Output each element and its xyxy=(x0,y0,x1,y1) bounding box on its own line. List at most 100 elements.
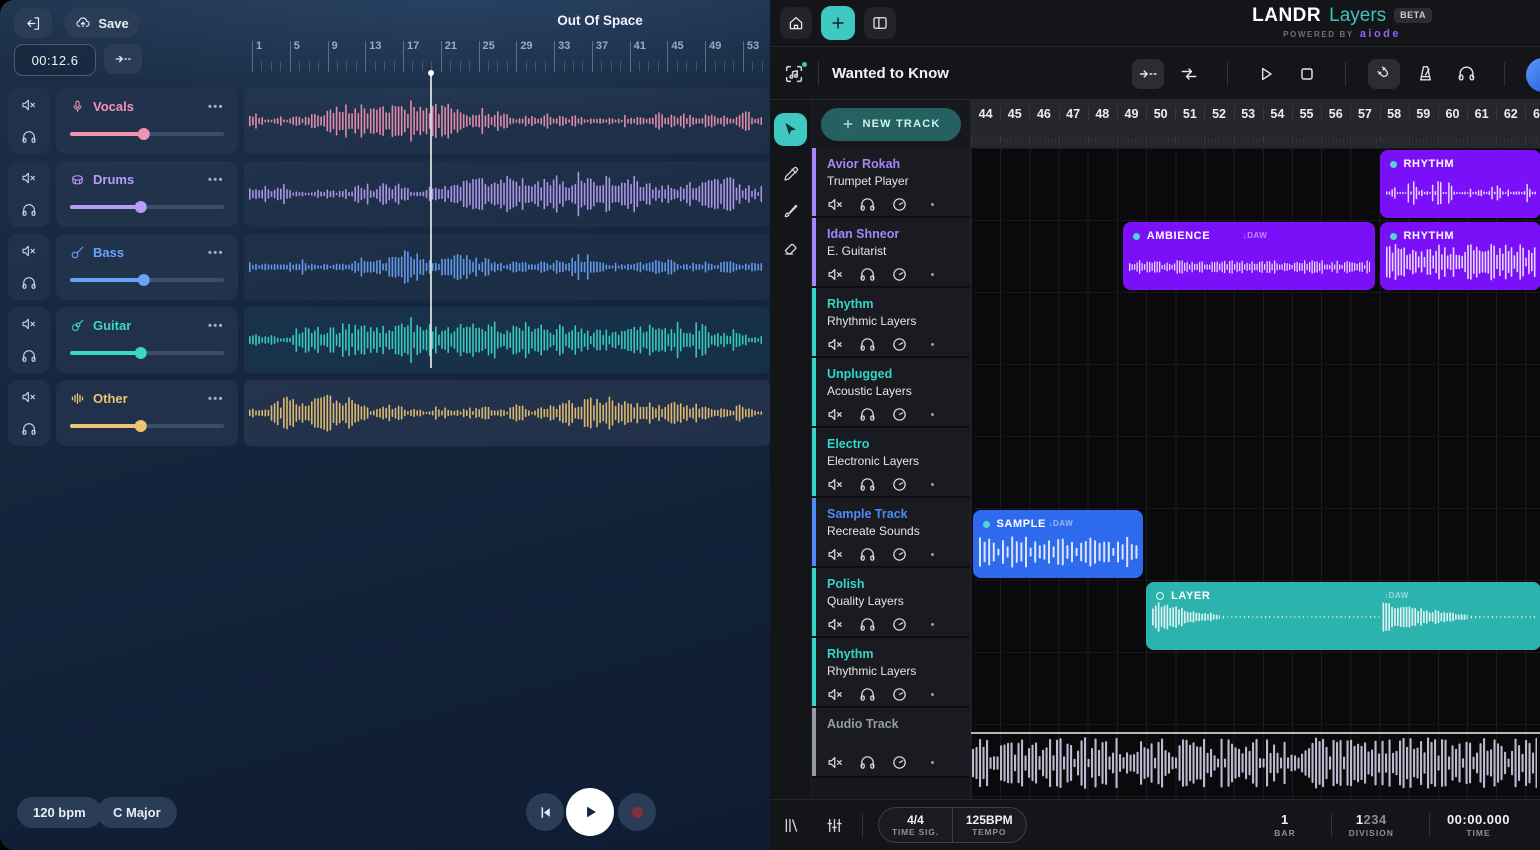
track-row-rhythm[interactable]: Rhythm Rhythmic Layers xyxy=(812,288,970,358)
snap-magnet-toggle[interactable] xyxy=(1368,59,1400,89)
track-menu-button[interactable]: ••• xyxy=(208,101,224,113)
mute-icon[interactable] xyxy=(827,686,844,703)
solo-headphones-icon[interactable] xyxy=(21,129,37,145)
library-icon[interactable] xyxy=(782,816,801,835)
track-card[interactable]: Other ••• xyxy=(56,380,238,446)
mute-icon[interactable] xyxy=(827,616,844,633)
bar-ruler[interactable]: 4445464748495051525354555657585960616263 xyxy=(971,100,1540,148)
record-button[interactable] xyxy=(618,793,656,831)
pencil-tool-icon[interactable] xyxy=(782,165,800,183)
solo-headphones-icon[interactable] xyxy=(21,348,37,364)
mute-icon[interactable] xyxy=(21,316,37,332)
track-row-sample-track[interactable]: Sample Track Recreate Sounds xyxy=(812,498,970,568)
volume-slider[interactable] xyxy=(70,273,224,287)
pan-knob-icon[interactable] xyxy=(891,266,908,283)
track-row-avior-rokah[interactable]: Avior Rokah Trumpet Player xyxy=(812,148,970,218)
pan-knob-icon[interactable] xyxy=(891,686,908,703)
pan-knob-icon[interactable] xyxy=(891,406,908,423)
track-row-idan-shneor[interactable]: Idan Shneor E. Guitarist xyxy=(812,218,970,288)
select-tool-button[interactable] xyxy=(774,113,807,146)
eraser-tool-icon[interactable] xyxy=(782,239,800,257)
new-track-button[interactable]: NEW TRACK xyxy=(821,108,961,141)
playhead[interactable] xyxy=(430,72,432,368)
mute-icon[interactable] xyxy=(827,754,844,771)
pan-knob-icon[interactable] xyxy=(891,196,908,213)
track-menu-button[interactable]: ••• xyxy=(208,247,224,259)
slider-handle[interactable] xyxy=(138,128,151,141)
track-card[interactable]: Vocals ••• xyxy=(56,88,238,154)
clip-sample[interactable]: SAMPLE↓DAW xyxy=(973,510,1144,578)
monitor-headphones-toggle[interactable] xyxy=(1450,59,1482,89)
home-button[interactable] xyxy=(780,7,812,39)
solo-headphones-icon[interactable] xyxy=(859,196,876,213)
slider-handle[interactable] xyxy=(135,201,148,214)
tempo-pill[interactable]: 120 bpm xyxy=(17,797,102,828)
clip-ambience[interactable]: AMBIENCE↓DAW xyxy=(1123,222,1375,290)
clip-rhythm[interactable]: RHYTHM xyxy=(1380,150,1540,218)
solo-headphones-icon[interactable] xyxy=(859,336,876,353)
timeline-ruler[interactable]: 1591317212529333741454953 xyxy=(246,38,770,78)
timesig-tempo-pill[interactable]: 4/4 TIME SIG. 125BPM TEMPO xyxy=(878,807,1027,844)
volume-slider[interactable] xyxy=(70,419,224,433)
save-button[interactable]: Save xyxy=(64,8,140,38)
slider-handle[interactable] xyxy=(135,420,148,433)
follow-playhead-button[interactable] xyxy=(104,44,142,74)
audio-track-waveform-clip[interactable] xyxy=(971,732,1540,792)
pan-knob-icon[interactable] xyxy=(891,546,908,563)
solo-headphones-icon[interactable] xyxy=(859,754,876,771)
follow-playhead-toggle[interactable] xyxy=(1132,59,1164,89)
track-row-rhythm[interactable]: Rhythm Rhythmic Layers xyxy=(812,638,970,708)
waveform-lane[interactable] xyxy=(244,161,770,227)
track-row-audio-track[interactable]: Audio Track xyxy=(812,708,970,778)
arrangement-timeline[interactable]: 4445464748495051525354555657585960616263… xyxy=(971,100,1540,800)
volume-slider[interactable] xyxy=(70,346,224,360)
brush-tool-icon[interactable] xyxy=(782,202,800,220)
clip-grid[interactable]: RHYTHMAMBIENCE↓DAWRHYTHMSAMPLE↓DAWLAYER↓… xyxy=(971,148,1540,800)
track-card[interactable]: Bass ••• xyxy=(56,234,238,300)
mute-icon[interactable] xyxy=(827,546,844,563)
waveform-lane[interactable] xyxy=(244,88,770,154)
play-button[interactable] xyxy=(1250,59,1282,89)
pan-knob-icon[interactable] xyxy=(891,336,908,353)
solo-headphones-icon[interactable] xyxy=(21,202,37,218)
volume-slider[interactable] xyxy=(70,200,224,214)
pan-knob-icon[interactable] xyxy=(891,476,908,493)
solo-headphones-icon[interactable] xyxy=(859,476,876,493)
mute-icon[interactable] xyxy=(827,476,844,493)
solo-headphones-icon[interactable] xyxy=(859,686,876,703)
volume-slider[interactable] xyxy=(70,127,224,141)
mute-icon[interactable] xyxy=(827,266,844,283)
solo-headphones-icon[interactable] xyxy=(859,616,876,633)
solo-headphones-icon[interactable] xyxy=(21,275,37,291)
mute-icon[interactable] xyxy=(21,170,37,186)
play-button[interactable] xyxy=(566,788,614,836)
mute-icon[interactable] xyxy=(827,196,844,213)
pan-knob-icon[interactable] xyxy=(891,616,908,633)
solo-headphones-icon[interactable] xyxy=(21,421,37,437)
mute-icon[interactable] xyxy=(827,406,844,423)
time-signature-cell[interactable]: 4/4 TIME SIG. xyxy=(879,808,952,843)
stop-button[interactable] xyxy=(1291,59,1323,89)
slider-handle[interactable] xyxy=(135,347,148,360)
track-menu-button[interactable]: ••• xyxy=(208,393,224,405)
exit-button[interactable] xyxy=(14,8,52,38)
solo-headphones-icon[interactable] xyxy=(859,266,876,283)
metronome-toggle[interactable] xyxy=(1409,59,1441,89)
mute-icon[interactable] xyxy=(21,97,37,113)
layout-panels-button[interactable] xyxy=(864,7,896,39)
solo-headphones-icon[interactable] xyxy=(859,406,876,423)
waveform-lane[interactable] xyxy=(244,234,770,300)
tempo-cell[interactable]: 125BPM TEMPO xyxy=(952,808,1026,843)
waveform-lane[interactable] xyxy=(244,380,770,446)
project-icon[interactable] xyxy=(783,63,805,85)
time-display[interactable]: 00:12.6 xyxy=(14,44,96,76)
new-project-button[interactable] xyxy=(821,6,855,40)
loop-toggle[interactable] xyxy=(1173,59,1205,89)
skip-to-start-button[interactable] xyxy=(526,793,564,831)
track-menu-button[interactable]: ••• xyxy=(208,320,224,332)
mute-icon[interactable] xyxy=(827,336,844,353)
pan-knob-icon[interactable] xyxy=(891,754,908,771)
track-menu-button[interactable]: ••• xyxy=(208,174,224,186)
track-row-polish[interactable]: Polish Quality Layers xyxy=(812,568,970,638)
solo-headphones-icon[interactable] xyxy=(859,546,876,563)
